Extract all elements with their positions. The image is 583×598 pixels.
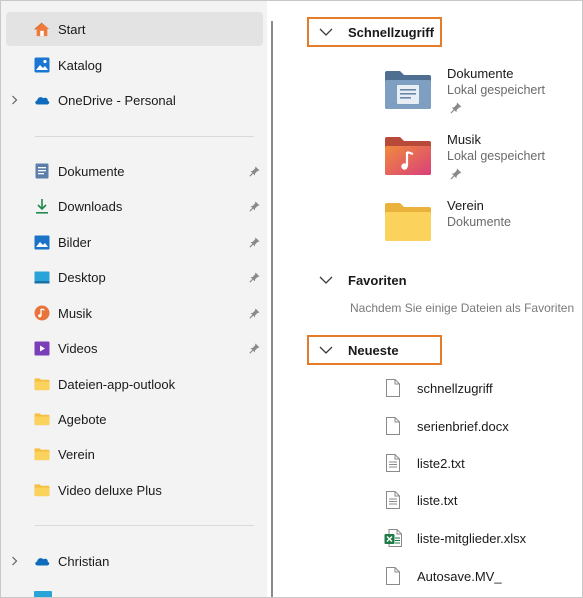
quick-access-item-verein[interactable]: Verein Dokumente [384, 198, 582, 258]
chevron-down-icon[interactable] [318, 344, 334, 356]
sidebar-item-start[interactable]: Start [6, 12, 263, 46]
music-icon [34, 305, 50, 321]
home-icon [34, 21, 50, 37]
sidebar-item-label: Video deluxe Plus [58, 482, 162, 498]
folder-icon [34, 446, 50, 462]
file-name: schnellzugriff [417, 380, 493, 396]
sidebar-item-onedrive-personal[interactable]: OneDrive - Personal [6, 83, 263, 117]
file-name: Autosave.MV_ [417, 568, 502, 584]
sidebar-item-label: OneDrive - Personal [58, 92, 176, 108]
sidebar-item-label: Katalog [58, 57, 103, 73]
quick-access-item-dokumente[interactable]: Dokumente Lokal gespeichert [384, 66, 582, 126]
recent-file-row[interactable]: liste-mitglieder.xlsx [384, 526, 582, 550]
recent-file-row[interactable]: Autosave.MV_ [384, 564, 582, 588]
content-pane: Schnellzugriff Dokumente Lokal gespeiche… [284, 1, 582, 597]
pin-icon[interactable] [247, 164, 261, 178]
pictures-icon [34, 234, 50, 250]
sidebar-item-label: Downloads [58, 198, 123, 214]
quick-access-location: Lokal gespeichert [447, 149, 545, 163]
onedrive-cloud-icon [34, 553, 50, 569]
sidebar-item-dateien-app-outlook[interactable]: Dateien-app-outlook [6, 367, 263, 401]
chevron-down-icon[interactable] [318, 274, 334, 286]
section-header-favorites[interactable]: Favoriten [318, 265, 407, 295]
quick-access-location: Dokumente [447, 215, 511, 229]
chevron-right-icon[interactable] [9, 95, 19, 105]
sidebar-item-bilder[interactable]: Bilder [6, 225, 263, 259]
sidebar-item-desktop[interactable]: Desktop [6, 260, 263, 294]
section-header-recent[interactable]: Neueste [318, 335, 399, 365]
section-title: Schnellzugriff [348, 24, 434, 40]
sidebar-item-label: Start [58, 21, 86, 37]
sidebar-item-label: Desktop [58, 269, 106, 285]
sidebar-item-label: Agebote [58, 411, 107, 427]
sidebar-item-label: Dateien-app-outlook [58, 376, 176, 392]
pin-icon[interactable] [247, 199, 261, 213]
folder-icon [34, 376, 50, 392]
sidebar-item-katalog[interactable]: Katalog [6, 48, 263, 82]
sidebar-item-video-deluxe-plus[interactable]: Video deluxe Plus [6, 473, 263, 507]
chevron-down-icon[interactable] [318, 26, 334, 38]
quick-access-name: Dokumente [447, 66, 514, 81]
sidebar-item-label: Christian [58, 553, 110, 569]
excel-file-icon [384, 528, 402, 548]
text-file-icon [384, 453, 402, 473]
blank-file-icon [384, 416, 402, 436]
sidebar-divider [35, 136, 254, 137]
section-title: Favoriten [348, 272, 407, 288]
quick-access-name: Verein [447, 198, 484, 213]
blank-file-icon [384, 378, 402, 398]
quick-access-name: Musik [447, 132, 481, 147]
pin-icon [450, 168, 462, 180]
pin-icon[interactable] [247, 341, 261, 355]
favorites-empty-note: Nachdem Sie einige Dateien als Favoriten [350, 301, 575, 315]
recent-file-row[interactable]: liste2.txt [384, 451, 582, 475]
sidebar-item-musik[interactable]: Musik [6, 296, 263, 330]
download-arrow-icon [34, 198, 50, 214]
folder-icon [34, 482, 50, 498]
sidebar-item-label: Musik [58, 305, 92, 321]
text-file-icon [384, 490, 402, 510]
desktop-icon [34, 591, 52, 597]
sidebar-item-christian[interactable]: Christian [6, 544, 263, 578]
sidebar-item-dokumente[interactable]: Dokumente [6, 154, 263, 188]
pin-icon[interactable] [247, 235, 261, 249]
folder-icon [34, 411, 50, 427]
sidebar-item-label: Videos [58, 340, 98, 356]
desktop-icon [34, 269, 50, 285]
recent-file-row[interactable]: schnellzugriff [384, 376, 582, 400]
file-name: liste.txt [417, 492, 458, 508]
quick-access-item-musik[interactable]: Musik Lokal gespeichert [384, 132, 582, 192]
pin-icon [450, 102, 462, 114]
sidebar-item-label: Verein [58, 446, 95, 462]
onedrive-cloud-icon [34, 92, 50, 108]
sidebar-item-downloads[interactable]: Downloads [6, 189, 263, 223]
section-header-quick-access[interactable]: Schnellzugriff [318, 17, 434, 47]
recent-file-row[interactable]: liste.txt [384, 488, 582, 512]
file-name: serienbrief.docx [417, 418, 509, 434]
videos-icon [34, 340, 50, 356]
sidebar-divider [35, 525, 254, 526]
pin-icon[interactable] [247, 270, 261, 284]
file-name: liste2.txt [417, 455, 465, 471]
pane-splitter[interactable] [271, 21, 273, 597]
file-explorer-window: Start Katalog OneDrive - Personal Dokume… [0, 0, 583, 598]
navigation-pane: Start Katalog OneDrive - Personal Dokume… [1, 1, 267, 597]
sidebar-item-agebote[interactable]: Agebote [6, 402, 263, 436]
quick-access-location: Lokal gespeichert [447, 83, 545, 97]
gallery-icon [34, 57, 50, 73]
file-name: liste-mitglieder.xlsx [417, 530, 527, 546]
section-title: Neueste [348, 342, 399, 358]
chevron-right-icon[interactable] [9, 556, 19, 566]
pin-icon[interactable] [247, 306, 261, 320]
sidebar-item-verein[interactable]: Verein [6, 437, 263, 471]
blank-file-icon [384, 566, 402, 586]
music-folder-icon [385, 137, 431, 175]
sidebar-item-label: Bilder [58, 234, 92, 250]
documents-folder-icon [385, 71, 431, 109]
folder-icon [385, 203, 431, 241]
sidebar-item-label: Dokumente [58, 163, 125, 179]
documents-icon [34, 163, 50, 179]
recent-file-row[interactable]: serienbrief.docx [384, 414, 582, 438]
sidebar-item-videos[interactable]: Videos [6, 331, 263, 365]
